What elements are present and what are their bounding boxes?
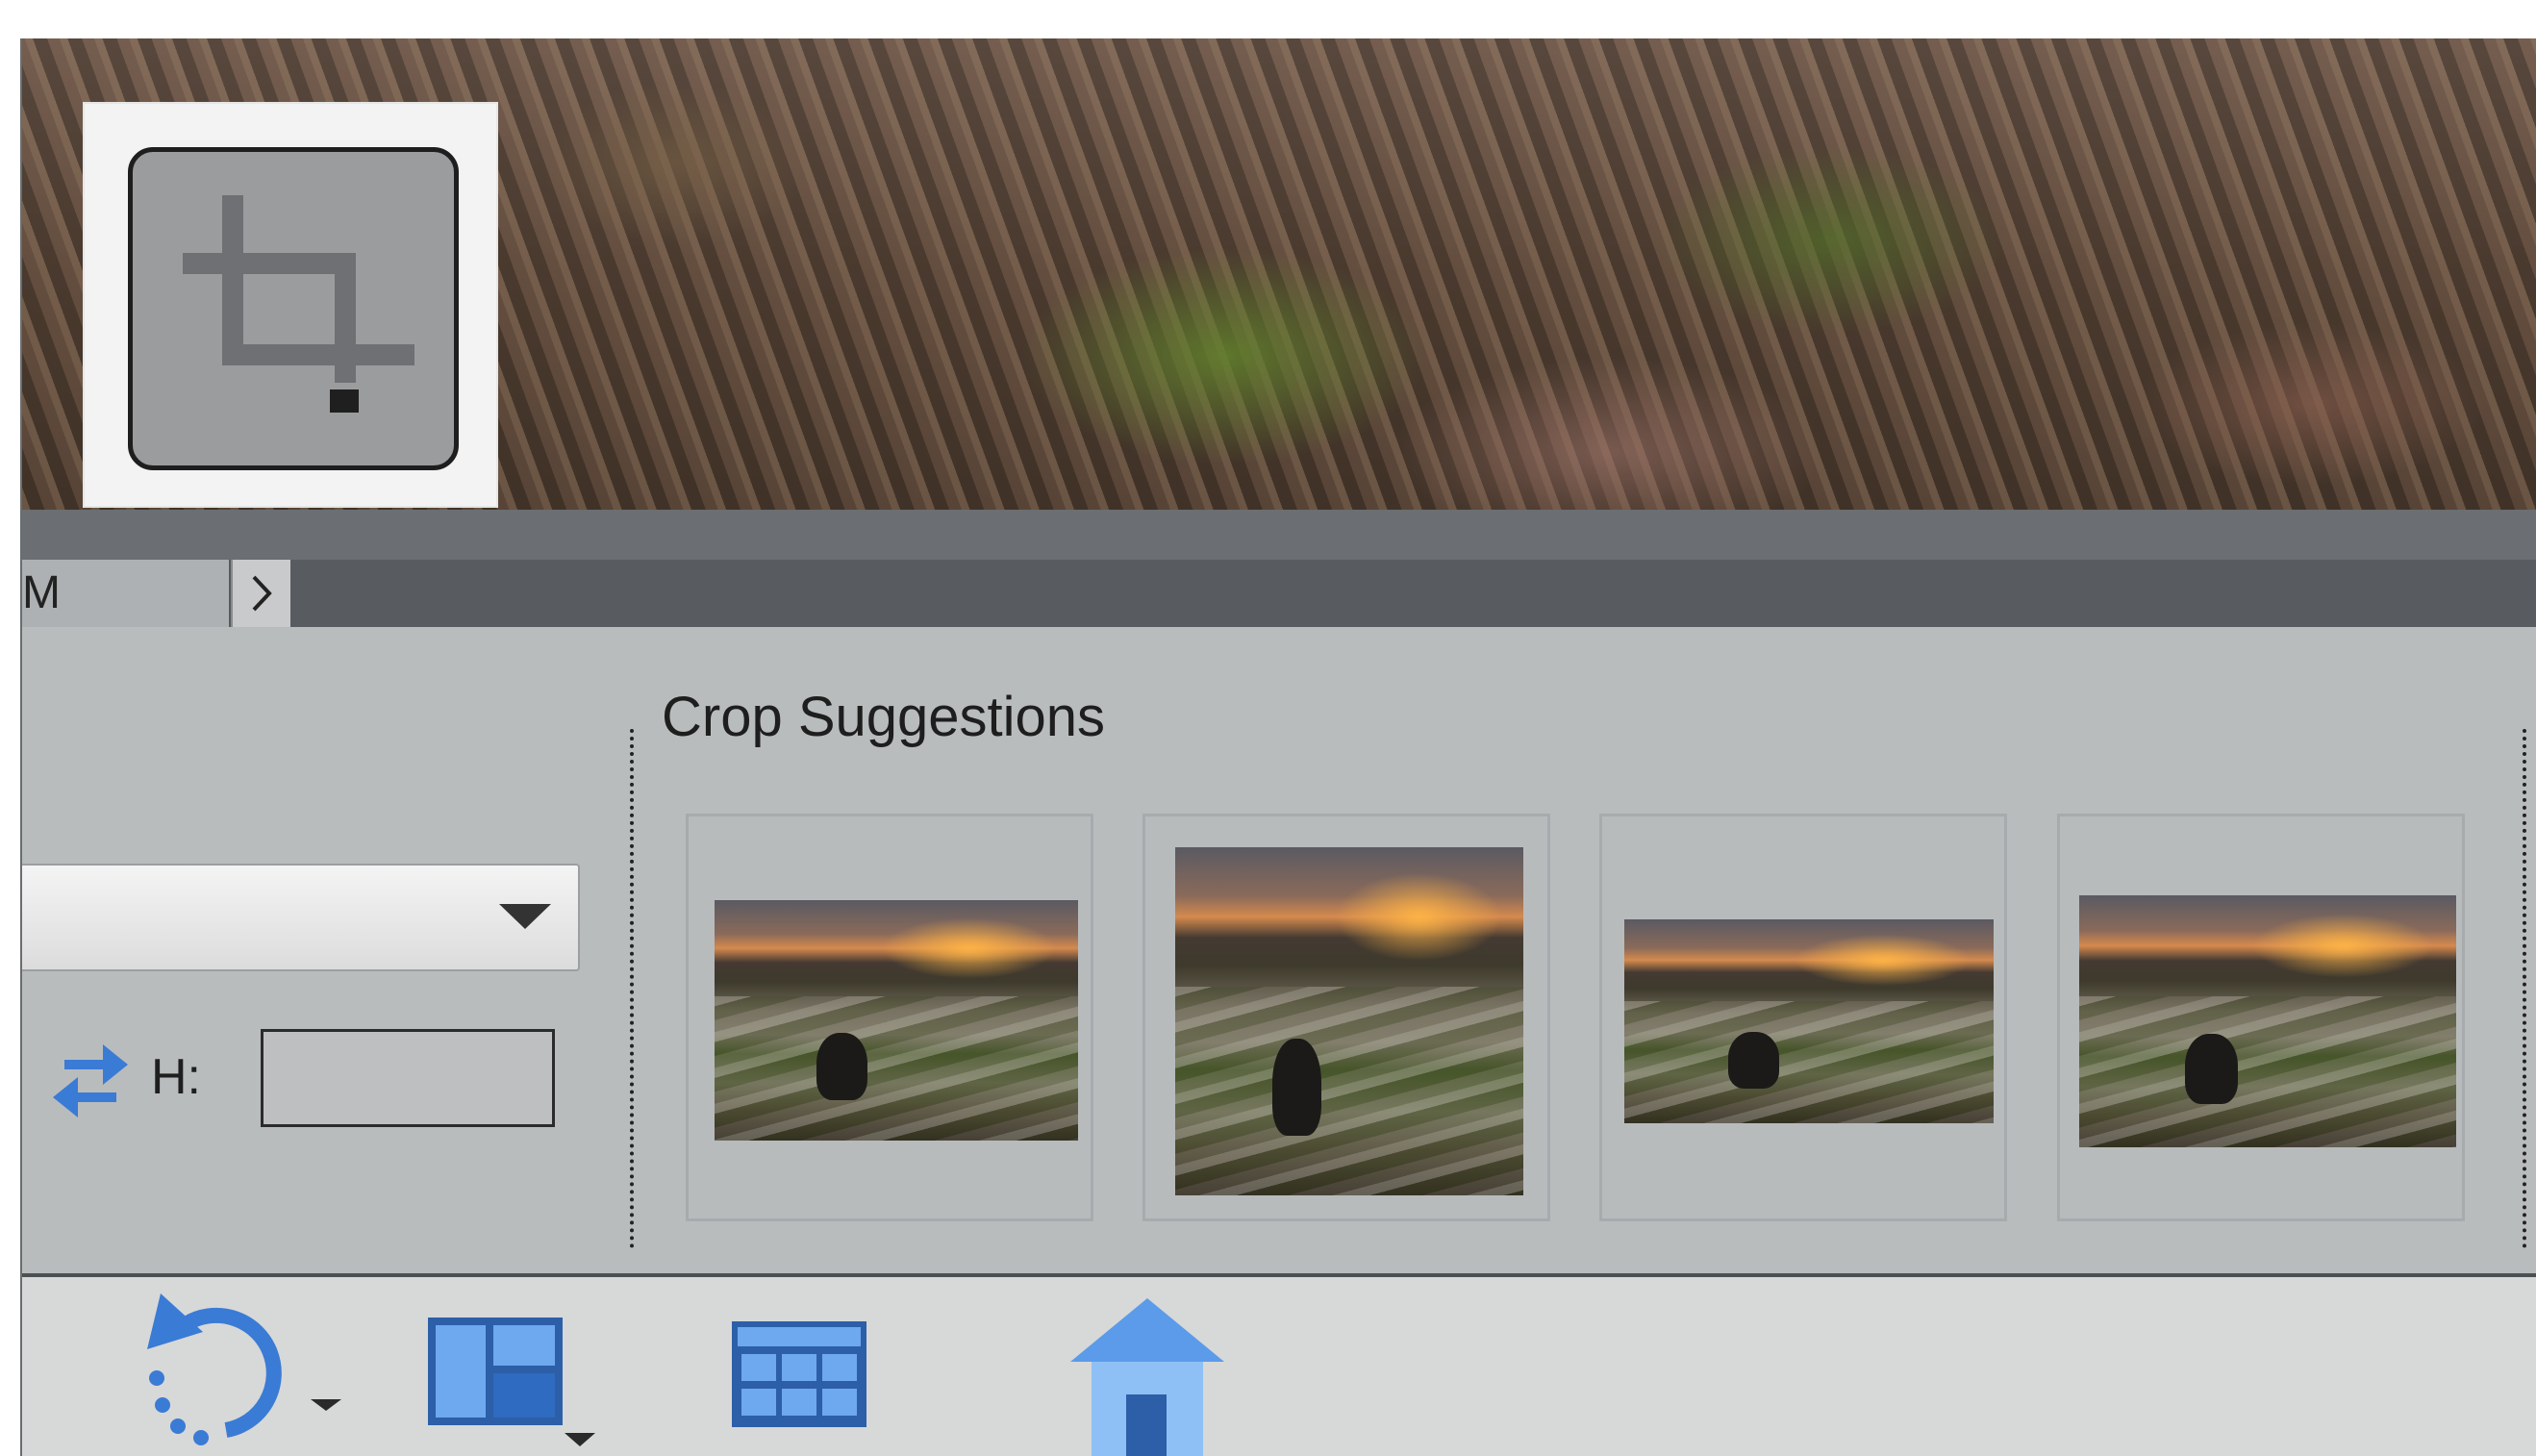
tab-scroll-right-button[interactable] xyxy=(231,560,290,627)
grid-view-icon[interactable] xyxy=(732,1321,866,1427)
section-divider xyxy=(630,729,634,1248)
crop-suggestion-4[interactable] xyxy=(2057,814,2465,1221)
section-divider xyxy=(2523,729,2526,1248)
suggestion-thumbnail xyxy=(1175,847,1523,1195)
chevron-down-icon xyxy=(499,904,551,929)
crop-ratio-dropdown[interactable] xyxy=(22,864,580,971)
chevron-right-icon xyxy=(252,575,272,612)
crop-tool-button[interactable] xyxy=(128,147,459,470)
height-label: H: xyxy=(151,1049,201,1105)
tab-partial-label: M xyxy=(22,567,61,618)
crop-icon xyxy=(183,195,414,413)
suggestion-thumbnail xyxy=(2079,895,2456,1147)
layout-icon[interactable] xyxy=(428,1318,601,1452)
crop-tool-callout xyxy=(83,102,498,508)
undo-icon[interactable] xyxy=(118,1293,368,1456)
home-icon[interactable] xyxy=(1070,1298,1224,1456)
tab-bar xyxy=(22,560,2536,627)
crop-suggestion-3[interactable] xyxy=(1599,814,2007,1221)
bottom-toolbar xyxy=(22,1273,2536,1456)
suggestion-thumbnail xyxy=(715,900,1078,1141)
swap-arrows-icon[interactable] xyxy=(51,1044,130,1117)
editor-window: M H: Crop Suggestions xyxy=(20,38,2536,1456)
suggestion-thumbnail xyxy=(1624,919,1994,1123)
separator-bar xyxy=(22,510,2536,560)
tab-partial[interactable]: M xyxy=(22,560,229,627)
crop-suggestion-1[interactable] xyxy=(686,814,1093,1221)
height-input[interactable] xyxy=(261,1029,555,1127)
crop-suggestion-2[interactable] xyxy=(1142,814,1550,1221)
crop-suggestions-title: Crop Suggestions xyxy=(662,686,1106,748)
